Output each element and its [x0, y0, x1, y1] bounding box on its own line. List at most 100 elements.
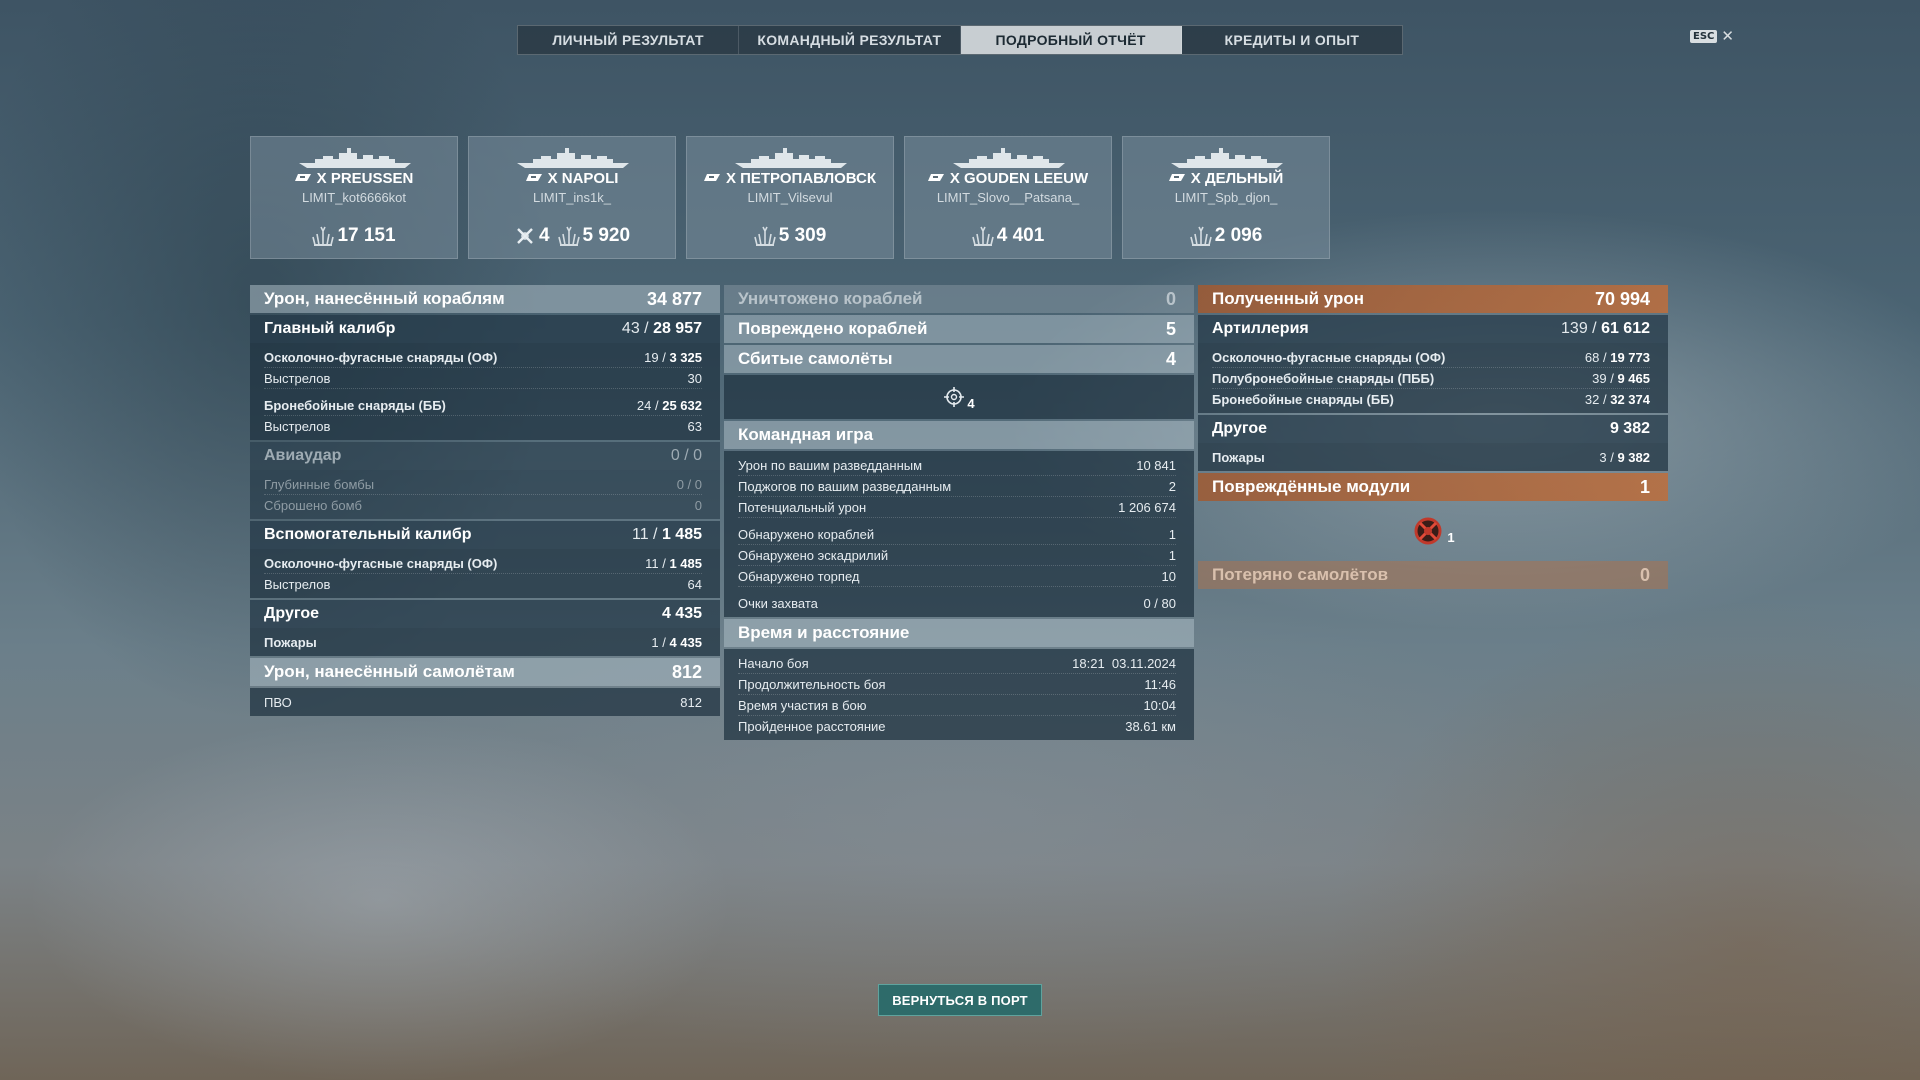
detail-row: Продолжительность боя 11:46: [738, 674, 1176, 695]
player-name: LIMIT_Spb_djon_: [1174, 190, 1278, 205]
planes-shot-header: Сбитые самолёты 4: [724, 345, 1194, 373]
detail-row: Пройденное расстояние 38.61 км: [738, 718, 1176, 734]
ship-card-5[interactable]: X ДЕЛЬНЫЙ LIMIT_Spb_djon_ 2 096: [1122, 136, 1330, 259]
kills-icon: [517, 228, 533, 244]
received-damage-header: Полученный урон 70 994: [1198, 285, 1668, 313]
damage-icon: [312, 226, 335, 246]
tab-credits-xp[interactable]: КРЕДИТЫ И ОПЫТ: [1182, 26, 1402, 54]
detail-row: Глубинные бомбы 0 / 0: [264, 474, 702, 495]
player-name: LIMIT_Vilsevul: [747, 190, 833, 205]
battle-summary-panel: Уничтожено кораблей 0 Повреждено кораблей…: [724, 285, 1194, 742]
detail-row: ПВО 812: [264, 694, 702, 710]
detail-row: Пожары 3 / 9 382: [1212, 449, 1650, 465]
other-damage-row: Другое 4 435: [250, 600, 720, 628]
detail-row: Полубронебойные снаряды (ПББ) 39 / 9 465: [1212, 368, 1650, 389]
time-distance-details: Начало боя 18:21 03.11.2024 Продолжительн…: [724, 649, 1194, 740]
detail-row: Начало боя 18:21 03.11.2024: [738, 653, 1176, 674]
plane-damage-details: ПВО 812: [250, 688, 720, 716]
damage-stat: 4 401: [971, 225, 1045, 247]
received-damage-panel: Полученный урон 70 994 Артиллерия 139 / 6…: [1198, 285, 1668, 591]
ships-destroyed-header: Уничтожено кораблей 0: [724, 285, 1194, 313]
cruiser-icon: [927, 174, 944, 181]
close-icon[interactable]: ✕: [1721, 27, 1734, 45]
ship-name: X PREUSSEN: [316, 170, 414, 187]
ship-name: X ПЕТРОПАВЛОВСК: [725, 170, 877, 187]
detail-row: Выстрелов 63: [264, 418, 702, 434]
other-details: Пожары 1 / 4 435: [250, 628, 720, 656]
teamplay-header: Командная игра: [724, 421, 1194, 449]
damage-value: 2 096: [1214, 225, 1263, 246]
ship-card-1[interactable]: X PREUSSEN LIMIT_kot6666kot 17 151: [250, 136, 458, 259]
airstrike-row: Авиаудар 0 / 0: [250, 442, 720, 470]
damaged-modules-header: Повреждённые модули 1: [1198, 473, 1668, 501]
ship-name: X ДЕЛЬНЫЙ: [1190, 170, 1284, 187]
artillery-row: Артиллерия 139 / 61 612: [1198, 315, 1668, 343]
main-battery-row: Главный калибр 43 / 28 957: [250, 315, 720, 343]
ship-silhouette-icon: [735, 148, 847, 168]
ships-damaged-header: Повреждено кораблей 5: [724, 315, 1194, 343]
damage-icon: [557, 226, 580, 246]
teamplay-details: Урон по вашим разведданным 10 841 Поджого…: [724, 451, 1194, 617]
damaged-modules-icons: 1: [1198, 503, 1668, 559]
ship-card-3[interactable]: X ПЕТРОПАВЛОВСК LIMIT_Vilsevul 5 309: [686, 136, 894, 259]
ship-card-4[interactable]: X GOUDEN LEEUW LIMIT_Slovo__Patsana_ 4 4…: [904, 136, 1112, 259]
detail-row: Очки захвата 0 / 80: [738, 595, 1176, 611]
detail-row: Осколочно-фугасные снаряды (ОФ) 68 / 19 7…: [1212, 347, 1650, 368]
planes-shot-icons: 4: [724, 375, 1194, 419]
detail-row: Бронебойные снаряды (ББ) 24 / 25 632: [264, 395, 702, 416]
ship-silhouette-icon: [1171, 148, 1283, 168]
esc-close-button[interactable]: ESC ✕: [1690, 27, 1734, 45]
secondary-battery-row: Вспомогательный калибр 11 / 1 485: [250, 521, 720, 549]
detail-row: Выстрелов 64: [264, 576, 702, 592]
damage-value: 17 151: [337, 225, 396, 246]
damage-value: 5 309: [778, 225, 827, 246]
plane-damage-header: Урон, нанесённый самолётам 812: [250, 658, 720, 686]
damage-value: 5 920: [582, 225, 631, 246]
ship-silhouette-icon: [953, 148, 1065, 168]
time-distance-header: Время и расстояние: [724, 619, 1194, 647]
damage-icon: [753, 226, 776, 246]
damage-stat: 17 151: [312, 225, 396, 247]
detail-row: Пожары 1 / 4 435: [264, 634, 702, 650]
esc-key-badge: ESC: [1690, 29, 1718, 43]
ship-name: X NAPOLI: [547, 170, 619, 187]
damage-stat: 5 309: [753, 225, 827, 247]
destroyer-icon: [1168, 174, 1185, 181]
detail-row: Осколочно-фугасные снаряды (ОФ) 19 / 3 32…: [264, 347, 702, 368]
player-name: LIMIT_kot6666kot: [301, 190, 407, 205]
detail-row: Осколочно-фугасные снаряды (ОФ) 11 / 1 48…: [264, 553, 702, 574]
damaged-modules-count: 1: [1447, 529, 1455, 545]
team-ship-cards: X PREUSSEN LIMIT_kot6666kot 17 151 X NAP…: [250, 136, 1330, 259]
broken-module-icon: [1414, 517, 1442, 545]
cruiser-icon: [703, 174, 720, 181]
tab-team-result[interactable]: КОМАНДНЫЙ РЕЗУЛЬТАТ: [739, 26, 961, 54]
player-name: LIMIT_Slovo__Patsana_: [936, 190, 1080, 205]
battleship-icon: [294, 174, 311, 181]
return-to-port-button[interactable]: ВЕРНУТЬСЯ В ПОРТ: [878, 984, 1042, 1016]
damage-value: 4 401: [996, 225, 1045, 246]
detail-row: Поджогов по вашим разведданным 2: [738, 476, 1176, 497]
detail-row: Потенциальный урон 1 206 674: [738, 497, 1176, 518]
detail-row: Бронебойные снаряды (ББ) 32 / 32 374: [1212, 391, 1650, 407]
ship-damage-header: Урон, нанесённый кораблям 34 877: [250, 285, 720, 313]
detail-row: Обнаружено эскадрилий 1: [738, 545, 1176, 566]
tab-personal-result[interactable]: ЛИЧНЫЙ РЕЗУЛЬТАТ: [518, 26, 740, 54]
planes-shot-count: 4: [967, 395, 975, 411]
tab-detailed-report[interactable]: ПОДРОБНЫЙ ОТЧЁТ: [960, 26, 1182, 54]
player-name: LIMIT_ins1k_: [532, 190, 612, 205]
planes-lost-header: Потеряно самолётов 0: [1198, 561, 1668, 589]
detail-row: Время участия в бою 10:04: [738, 695, 1176, 716]
airstrike-details: Глубинные бомбы 0 / 0 Сброшено бомб 0: [250, 470, 720, 519]
cruiser-icon: [525, 174, 542, 181]
artillery-details: Осколочно-фугасные снаряды (ОФ) 68 / 19 7…: [1198, 343, 1668, 413]
result-tabs: ЛИЧНЫЙ РЕЗУЛЬТАТ КОМАНДНЫЙ РЕЗУЛЬТАТ ПОД…: [517, 25, 1403, 55]
crosshair-icon: [944, 387, 965, 407]
detail-row: Обнаружено торпед 10: [738, 566, 1176, 587]
damage-stat: 5 920: [557, 225, 631, 247]
damage-stat: 2 096: [1189, 225, 1263, 247]
detail-row: Выстрелов 30: [264, 368, 702, 389]
ship-card-2[interactable]: X NAPOLI LIMIT_ins1k_ 4 5 920: [468, 136, 676, 259]
kills-stat: 4: [514, 225, 550, 247]
ship-silhouette-icon: [299, 148, 411, 168]
ship-silhouette-icon: [517, 148, 629, 168]
